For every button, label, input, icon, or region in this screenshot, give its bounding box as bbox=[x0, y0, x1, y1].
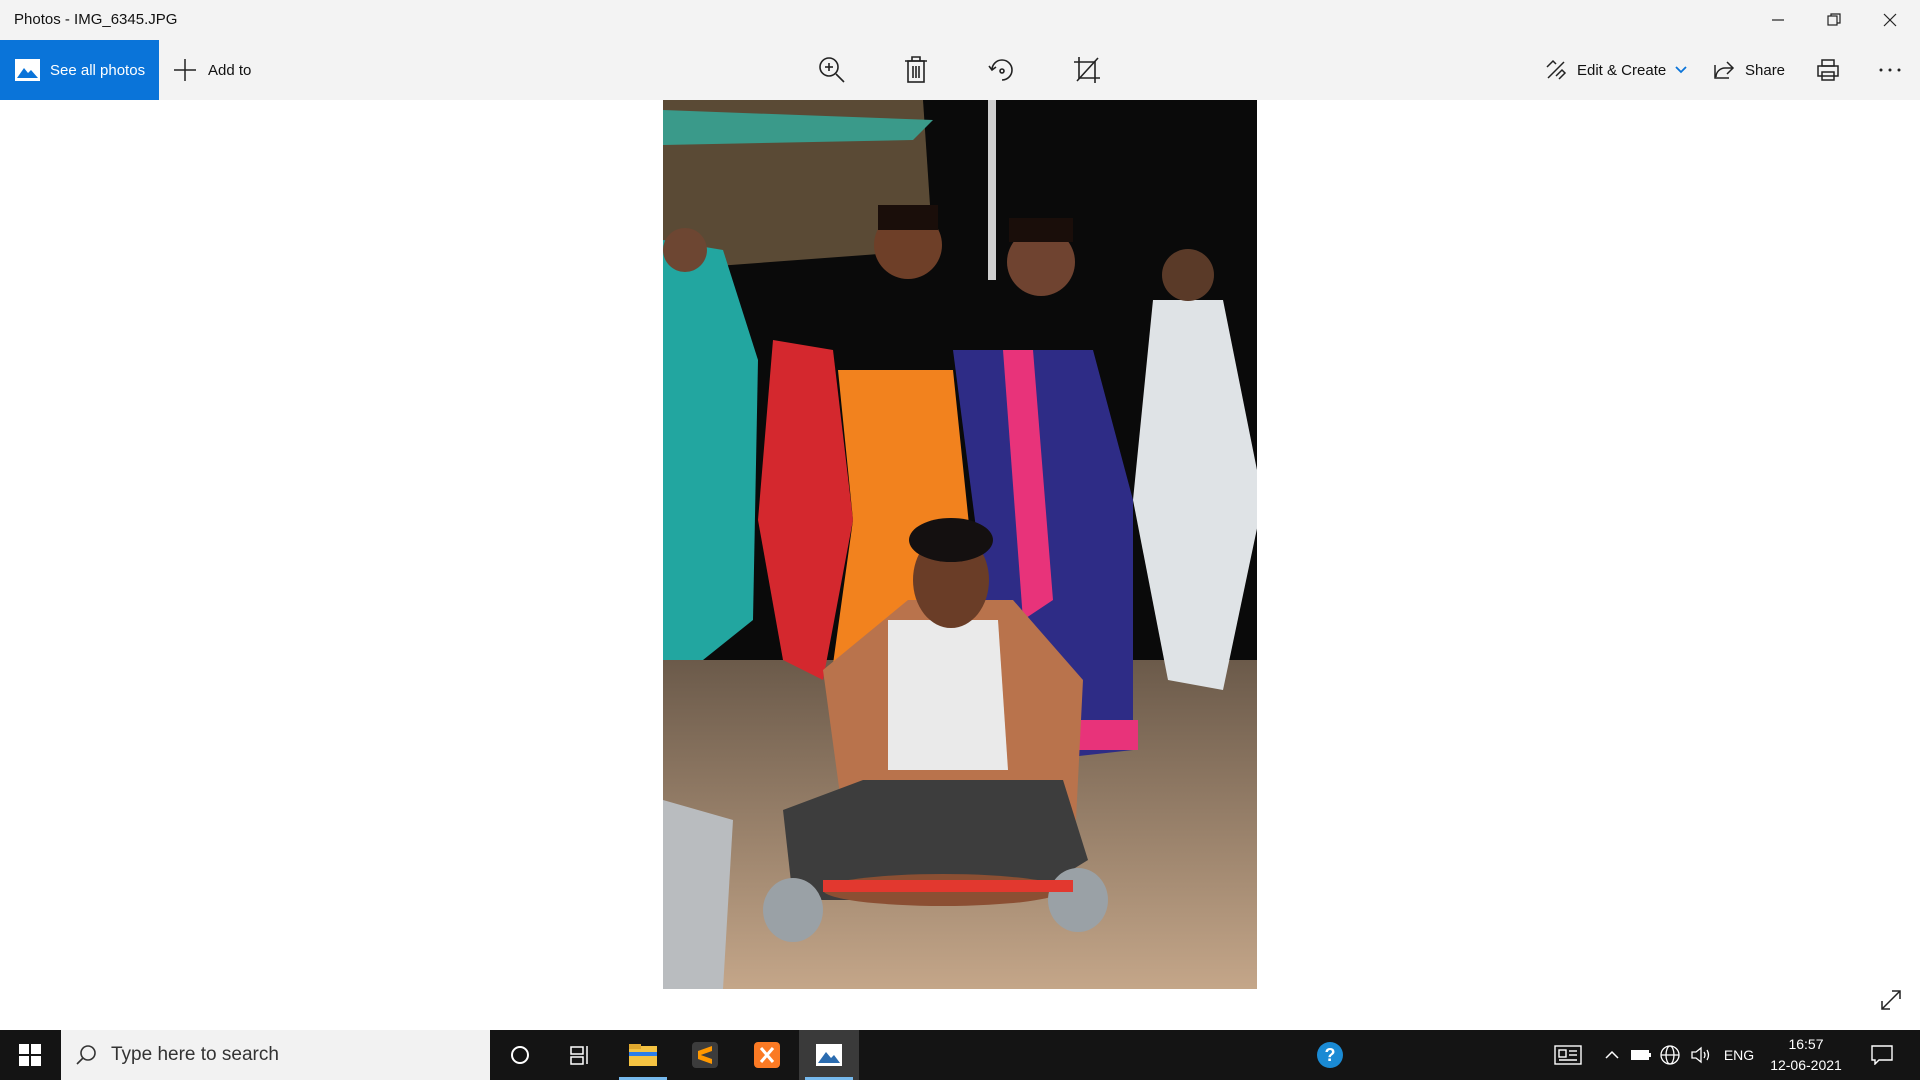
close-button[interactable] bbox=[1862, 0, 1918, 40]
volume-icon bbox=[1691, 1046, 1710, 1064]
language-label: ENG bbox=[1723, 1047, 1755, 1063]
photos-icon bbox=[816, 1044, 842, 1066]
sublime-text-button[interactable] bbox=[675, 1030, 735, 1080]
print-icon bbox=[1817, 59, 1839, 81]
volume-button[interactable] bbox=[1686, 1030, 1716, 1080]
more-button[interactable] bbox=[1878, 40, 1902, 100]
show-hidden-icons-button[interactable] bbox=[1598, 1030, 1626, 1080]
task-view-button[interactable] bbox=[550, 1030, 610, 1080]
photos-app-button[interactable] bbox=[799, 1030, 859, 1080]
restore-icon bbox=[1827, 13, 1841, 26]
globe-icon bbox=[1660, 1045, 1680, 1065]
add-to-button[interactable]: Add to bbox=[172, 40, 251, 100]
notifications-button[interactable] bbox=[1862, 1030, 1902, 1080]
minimize-button[interactable] bbox=[1750, 0, 1806, 40]
crop-icon bbox=[1074, 57, 1100, 83]
start-icon bbox=[19, 1044, 41, 1066]
news-widget-button[interactable] bbox=[1550, 1030, 1586, 1080]
help-icon: ? bbox=[1317, 1042, 1343, 1068]
close-icon bbox=[1883, 13, 1897, 27]
more-icon bbox=[1879, 68, 1901, 72]
minimize-icon bbox=[1772, 19, 1784, 21]
svg-text:?: ? bbox=[1325, 1045, 1336, 1065]
taskbar-search[interactable]: Type here to search bbox=[61, 1030, 490, 1080]
cortana-button[interactable] bbox=[490, 1030, 550, 1080]
share-button[interactable]: Share bbox=[1713, 40, 1785, 100]
battery-button[interactable] bbox=[1628, 1030, 1654, 1080]
edit-create-button[interactable]: Edit & Create bbox=[1545, 40, 1688, 100]
cortana-icon bbox=[511, 1046, 529, 1064]
chevron-down-icon bbox=[1675, 66, 1687, 74]
zoom-in-icon bbox=[819, 57, 845, 83]
start-button[interactable] bbox=[0, 1030, 60, 1080]
see-all-photos-label: See all photos bbox=[50, 61, 146, 79]
delete-button[interactable] bbox=[896, 52, 936, 88]
crop-button[interactable] bbox=[1067, 52, 1107, 88]
file-explorer-icon bbox=[629, 1044, 657, 1066]
delete-icon bbox=[905, 56, 927, 83]
fullscreen-button[interactable] bbox=[1873, 982, 1909, 1018]
print-button[interactable] bbox=[1816, 40, 1840, 100]
xampp-icon bbox=[754, 1042, 780, 1068]
sublime-text-icon bbox=[692, 1042, 718, 1068]
toolbar: See all photos Add to Edit & Create Shar… bbox=[0, 40, 1920, 100]
battery-icon bbox=[1631, 1050, 1651, 1060]
network-button[interactable] bbox=[1656, 1030, 1684, 1080]
zoom-button[interactable] bbox=[812, 52, 852, 88]
chevron-up-icon bbox=[1605, 1050, 1619, 1059]
photos-icon bbox=[15, 59, 40, 81]
clock-time: 16:57 bbox=[1788, 1036, 1824, 1052]
notification-icon bbox=[1871, 1045, 1893, 1065]
task-view-icon bbox=[570, 1046, 588, 1065]
help-button[interactable]: ? bbox=[1310, 1030, 1350, 1080]
xampp-button[interactable] bbox=[737, 1030, 797, 1080]
expand-icon bbox=[1881, 990, 1901, 1010]
plus-icon bbox=[172, 57, 198, 83]
window-title: Photos - IMG_6345.JPG bbox=[14, 11, 178, 28]
clock-date: 12-06-2021 bbox=[1770, 1057, 1842, 1073]
taskbar: Type here to search ? ENG 16:57 12-06-20… bbox=[0, 1030, 1920, 1080]
rotate-button[interactable] bbox=[982, 52, 1022, 88]
photo bbox=[663, 100, 1257, 989]
share-label: Share bbox=[1745, 61, 1786, 79]
search-placeholder: Type here to search bbox=[111, 1044, 279, 1065]
see-all-photos-button[interactable]: See all photos bbox=[0, 40, 159, 100]
search-icon bbox=[75, 1044, 97, 1066]
edit-create-label: Edit & Create bbox=[1577, 61, 1667, 79]
restore-button[interactable] bbox=[1806, 0, 1862, 40]
clock[interactable]: 16:57 12-06-2021 bbox=[1762, 1030, 1850, 1080]
edit-create-icon bbox=[1546, 59, 1567, 80]
file-explorer-button[interactable] bbox=[613, 1030, 673, 1080]
photo-viewer-image[interactable] bbox=[663, 100, 1257, 989]
share-icon bbox=[1714, 61, 1735, 79]
news-icon bbox=[1554, 1045, 1582, 1065]
language-indicator[interactable]: ENG bbox=[1718, 1030, 1760, 1080]
rotate-icon bbox=[988, 59, 1013, 81]
add-to-label: Add to bbox=[208, 61, 252, 79]
title-bar: Photos - IMG_6345.JPG bbox=[0, 0, 1920, 40]
